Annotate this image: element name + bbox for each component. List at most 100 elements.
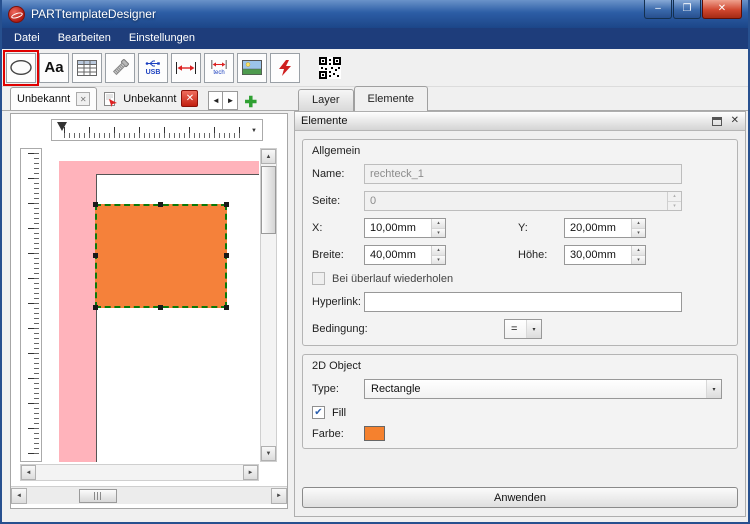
bedingung-value: =: [511, 323, 518, 335]
float-panel-icon[interactable]: [711, 116, 722, 126]
grip-icon: [93, 491, 103, 500]
overflow-checkbox[interactable]: [312, 272, 325, 285]
bottom-scrollbar[interactable]: ◄ ►: [11, 486, 287, 504]
text-tool-button[interactable]: Aa: [39, 52, 69, 83]
tab-layer[interactable]: Layer: [298, 89, 354, 111]
spinner-buttons[interactable]: ▴ ▾: [631, 219, 645, 237]
scroll-down-icon[interactable]: ▼: [261, 446, 276, 461]
close-document-button[interactable]: ✕: [181, 90, 199, 107]
dock-header[interactable]: Elemente ✕: [295, 112, 745, 131]
resize-handle[interactable]: [93, 202, 98, 207]
ellipse-tool-button[interactable]: [3, 49, 39, 86]
spin-down-icon[interactable]: ▾: [432, 254, 445, 264]
next-tab-button[interactable]: ►: [223, 91, 239, 110]
scroll-up-icon[interactable]: ▲: [261, 149, 276, 164]
horizontal-ruler: ▼: [51, 119, 263, 141]
text-tool-icon: Aa: [44, 59, 64, 76]
type-dropdown[interactable]: Rectangle ▾: [364, 379, 722, 399]
resize-handle[interactable]: [158, 305, 163, 310]
fill-checkbox[interactable]: ✔: [312, 406, 325, 419]
screw-icon: [112, 58, 129, 75]
spin-down-icon[interactable]: ▾: [632, 227, 645, 237]
x-field[interactable]: 10,00mm ▴ ▾: [364, 218, 446, 238]
ruler-dropdown-icon[interactable]: ▼: [247, 124, 261, 138]
resize-handle[interactable]: [224, 202, 229, 207]
tab-close-icon[interactable]: ✕: [76, 92, 91, 106]
hoehe-label: Höhe:: [518, 249, 548, 261]
name-label: Name:: [312, 168, 345, 180]
dimension-tool-button[interactable]: [171, 52, 201, 83]
hoehe-field[interactable]: 30,00mm ▴ ▾: [564, 245, 646, 265]
vertical-scroll-thumb[interactable]: [261, 166, 276, 234]
horizontal-scroll-thumb[interactable]: [79, 488, 117, 503]
chevron-down-icon[interactable]: ▾: [706, 380, 721, 398]
tech-label: tech: [213, 69, 225, 76]
spin-up-icon[interactable]: ▴: [432, 219, 445, 228]
document-icon: [104, 91, 118, 107]
vertical-scrollbar[interactable]: ▲ ▼: [260, 148, 277, 462]
y-field[interactable]: 20,00mm ▴ ▾: [564, 218, 646, 238]
ruler-ticks: [34, 153, 39, 457]
breite-field[interactable]: 40,00mm ▴ ▾: [364, 245, 446, 265]
scroll-left-icon[interactable]: ◄: [21, 465, 36, 480]
scroll-left-icon[interactable]: ◄: [11, 487, 27, 504]
selected-rectangle[interactable]: [93, 202, 229, 310]
doc-tab-unbekannt-1[interactable]: Unbekannt ✕: [10, 87, 98, 110]
ruler-marker-icon[interactable]: [57, 122, 67, 131]
horizontal-scrollbar[interactable]: ◄ ►: [20, 464, 259, 481]
spinner-buttons[interactable]: ▴ ▾: [631, 246, 645, 264]
dimension-tech-tool-button[interactable]: tech: [204, 52, 234, 83]
name-field[interactable]: rechteck_1: [364, 164, 682, 184]
menu-bearbeiten[interactable]: Bearbeiten: [49, 28, 120, 49]
resize-handle[interactable]: [158, 202, 163, 207]
spin-down-icon[interactable]: ▾: [432, 227, 445, 237]
template-page-view[interactable]: [44, 148, 259, 462]
close-button[interactable]: ✕: [702, 0, 742, 19]
close-panel-icon[interactable]: ✕: [731, 116, 739, 126]
scroll-right-icon[interactable]: ►: [271, 487, 287, 504]
seite-field[interactable]: 0 ▴ ▾: [364, 191, 682, 211]
spinner-buttons[interactable]: ▴ ▾: [431, 219, 445, 237]
x-value: 10,00mm: [370, 222, 416, 234]
spinner-buttons[interactable]: ▴ ▾: [667, 192, 681, 210]
color-swatch[interactable]: [364, 426, 385, 441]
toolbar: Aa USB tech: [2, 49, 748, 87]
elemente-dock: Elemente ✕ Allgemein Name: rechteck_1 Se…: [294, 111, 746, 517]
fill-label: Fill: [332, 406, 347, 419]
anwenden-button[interactable]: Anwenden: [302, 487, 738, 508]
bedingung-dropdown[interactable]: = ▾: [504, 319, 542, 339]
doc-subtab-unbekannt-2[interactable]: Unbekannt ✕: [97, 87, 204, 110]
group-allgemein: Allgemein Name: rechteck_1 Seite: 0 ▴ ▾: [302, 139, 738, 346]
resize-handle[interactable]: [224, 253, 229, 258]
resize-handle[interactable]: [93, 253, 98, 258]
usb-label: USB: [145, 69, 161, 76]
spin-up-icon[interactable]: ▴: [432, 246, 445, 255]
spin-up-icon[interactable]: ▴: [632, 246, 645, 255]
spin-down-icon[interactable]: ▾: [668, 200, 681, 210]
flash-tool-button[interactable]: [270, 52, 300, 83]
usb-tool-button[interactable]: USB: [138, 52, 168, 83]
tab-row: Unbekannt ✕ Unbekannt ✕ ◄ ► ✚ Layer Elem…: [2, 86, 748, 111]
qrcode-tool-button[interactable]: [315, 53, 345, 83]
spinner-buttons[interactable]: ▴ ▾: [431, 246, 445, 264]
spin-up-icon[interactable]: ▴: [632, 219, 645, 228]
image-tool-button[interactable]: [237, 52, 267, 83]
menu-datei[interactable]: Datei: [5, 28, 49, 49]
prev-tab-button[interactable]: ◄: [208, 91, 224, 110]
add-tab-button[interactable]: ✚: [244, 95, 257, 110]
hyperlink-field[interactable]: [364, 292, 682, 312]
spin-up-icon[interactable]: ▴: [668, 192, 681, 201]
resize-handle[interactable]: [224, 305, 229, 310]
screw-tool-button[interactable]: [105, 52, 135, 83]
chevron-down-icon[interactable]: ▾: [526, 320, 541, 338]
minimize-button[interactable]: –: [644, 0, 672, 19]
table-icon: [77, 59, 97, 76]
spin-down-icon[interactable]: ▾: [632, 254, 645, 264]
overflow-label: Bei überlauf wiederholen: [332, 272, 454, 285]
menu-einstellungen[interactable]: Einstellungen: [120, 28, 204, 49]
tab-elemente[interactable]: Elemente: [353, 86, 429, 111]
table-tool-button[interactable]: [72, 52, 102, 83]
maximize-button[interactable]: ❐: [673, 0, 701, 19]
resize-handle[interactable]: [93, 305, 98, 310]
scroll-right-icon[interactable]: ►: [243, 465, 258, 480]
